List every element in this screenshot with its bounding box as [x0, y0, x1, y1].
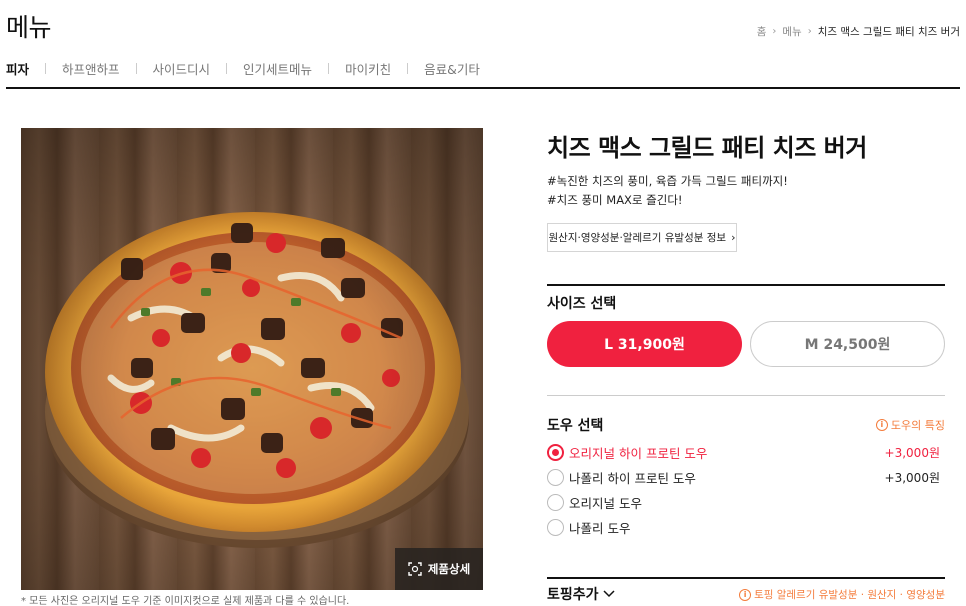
- dough-feature-label: 도우의 특징: [890, 419, 945, 432]
- product-hashtag: #치즈 풍미 MAX로 즐긴다!: [547, 193, 683, 207]
- breadcrumb: 홈 › 메뉴 › 치즈 맥스 그릴드 패티 치즈 버거: [757, 24, 960, 39]
- chevron-right-icon: ›: [731, 231, 736, 244]
- product-photo: 제품상세: [21, 128, 483, 590]
- radio-button-checked[interactable]: [547, 443, 564, 461]
- tab-drinks-etc[interactable]: 음료&기타: [424, 59, 480, 78]
- tab-pizza[interactable]: 피자: [6, 59, 29, 78]
- size-section-rule: [547, 284, 945, 286]
- dough-feature-link[interactable]: i 도우의 특징: [875, 417, 945, 433]
- dough-option-price: +3,000원: [884, 470, 940, 485]
- dough-option-label: 나폴리 하이 프로틴 도우: [569, 470, 696, 486]
- breadcrumb-menu[interactable]: 메뉴: [782, 24, 801, 39]
- tab-divider: [135, 63, 137, 74]
- tab-popular-set[interactable]: 인기세트메뉴: [243, 59, 312, 78]
- page-title: 메뉴: [6, 13, 52, 42]
- dough-option-original[interactable]: 오리지널 도우: [547, 492, 940, 512]
- tab-divider: [407, 63, 409, 74]
- zoom-frame-icon: [408, 562, 422, 576]
- breadcrumb-home[interactable]: 홈: [757, 24, 767, 39]
- dough-section-rule: [547, 395, 945, 396]
- product-detail-button[interactable]: 제품상세: [395, 548, 483, 590]
- product-hashtag: #녹진한 치즈의 풍미, 육즙 가득 그릴드 패티까지!: [547, 174, 788, 188]
- tab-divider: [45, 63, 47, 74]
- tab-divider: [226, 63, 228, 74]
- nutrition-info-button[interactable]: 원산지·영양성분·알레르기 유발성분 정보 ›: [547, 223, 737, 252]
- radio-button[interactable]: [547, 493, 564, 511]
- size-option-large[interactable]: L 31,900원: [547, 321, 742, 367]
- size-option-medium[interactable]: M 24,500원: [750, 321, 945, 367]
- topping-title: 토핑추가: [547, 587, 599, 603]
- dough-section-title: 도우 선택: [547, 418, 604, 434]
- topping-section-rule: [547, 577, 945, 579]
- tab-divider: [328, 63, 330, 74]
- dough-option-price: +3,000원: [884, 445, 940, 460]
- topping-allergy-info-link[interactable]: i 토핑 알레르기 유발성분 · 원산지 · 영양성분: [739, 587, 945, 602]
- size-section-title: 사이즈 선택: [547, 296, 617, 312]
- topping-add-toggle[interactable]: 토핑추가: [547, 584, 615, 604]
- dough-option-napoli[interactable]: 나폴리 도우: [547, 517, 940, 537]
- chevron-right-icon: ›: [807, 26, 812, 37]
- photo-vignette: [21, 128, 483, 590]
- product-detail-label: 제품상세: [427, 562, 471, 576]
- chevron-down-icon: [603, 590, 615, 598]
- info-icon: i: [739, 588, 752, 601]
- category-tabs: 피자 하프앤하프 사이드디시 인기세트메뉴 마이키친 음료&기타: [6, 59, 480, 78]
- nutrition-info-label: 원산지·영양성분·알레르기 유발성분 정보: [548, 232, 727, 244]
- dough-option-napoli-high-protein[interactable]: 나폴리 하이 프로틴 도우 +3,000원: [547, 467, 940, 487]
- topping-note-label: 토핑 알레르기 유발성분 · 원산지 · 영양성분: [754, 589, 945, 601]
- dough-option-label: 나폴리 도우: [569, 520, 631, 536]
- dough-option-original-high-protein[interactable]: 오리지널 하이 프로틴 도우 +3,000원: [547, 442, 940, 462]
- dough-option-label: 오리지널 도우: [569, 495, 642, 511]
- product-name: 치즈 맥스 그릴드 패티 치즈 버거: [547, 134, 867, 162]
- tab-my-kitchen[interactable]: 마이키친: [345, 59, 391, 78]
- tabs-underline: [6, 87, 960, 89]
- tab-half-and-half[interactable]: 하프앤하프: [62, 59, 120, 78]
- radio-button[interactable]: [547, 518, 564, 536]
- photo-disclaimer: * 모든 사진은 오리지널 도우 기준 이미지컷으로 실제 제품과 다를 수 있…: [21, 596, 350, 606]
- chevron-right-icon: ›: [772, 26, 777, 37]
- info-icon: i: [875, 419, 888, 431]
- radio-button[interactable]: [547, 468, 564, 486]
- tab-side-dish[interactable]: 사이드디시: [153, 59, 211, 78]
- breadcrumb-current: 치즈 맥스 그릴드 패티 치즈 버거: [817, 26, 960, 38]
- dough-option-label: 오리지널 하이 프로틴 도우: [569, 445, 708, 461]
